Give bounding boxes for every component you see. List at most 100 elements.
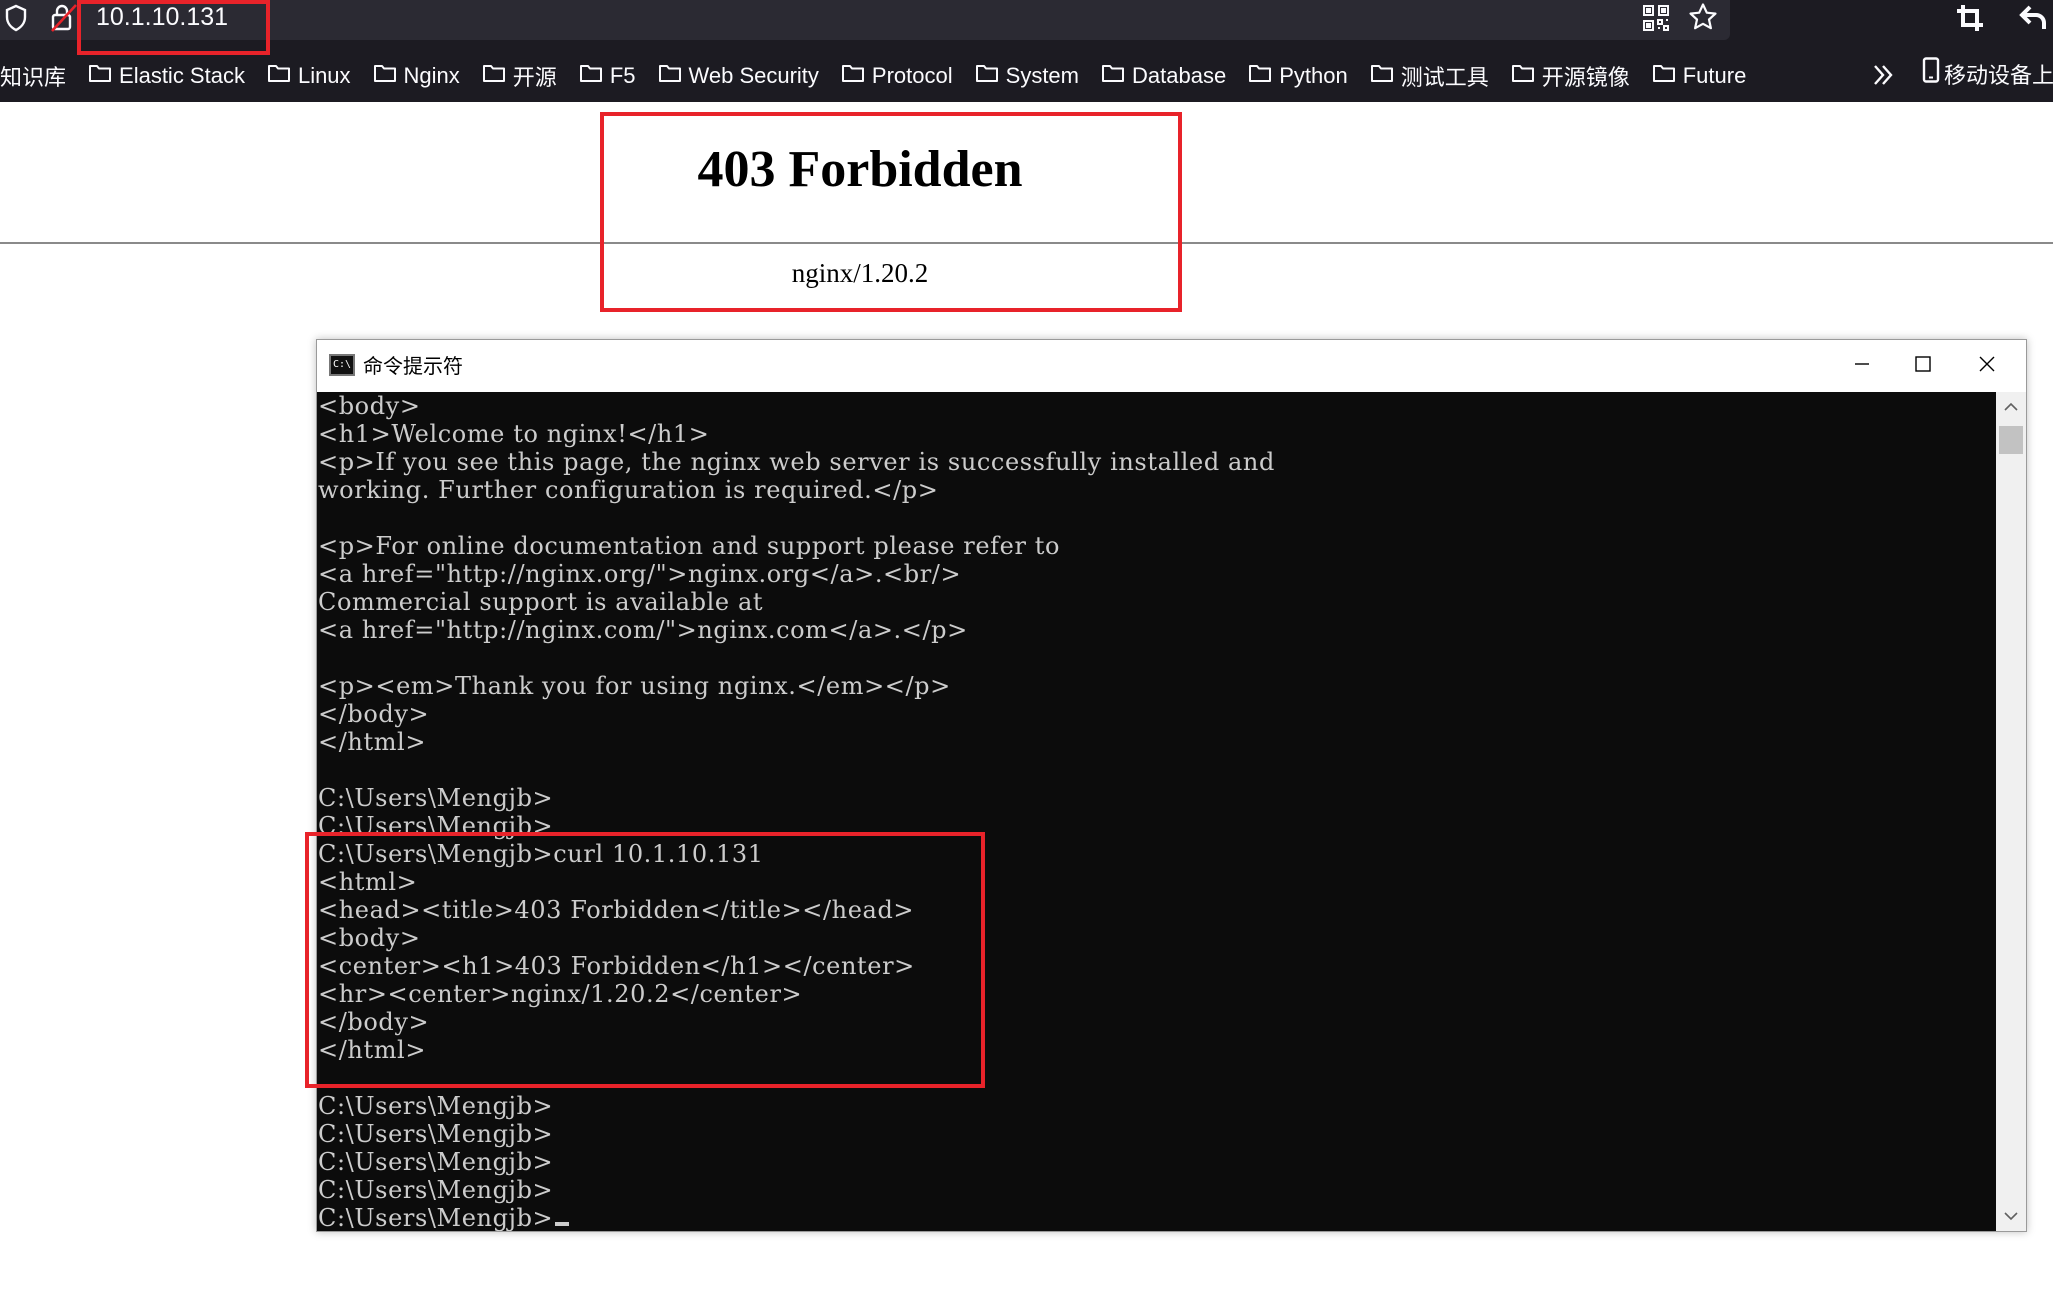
- bookmark-item[interactable]: 开源: [482, 56, 557, 96]
- scroll-down-icon[interactable]: [1996, 1201, 2026, 1231]
- bookmark-item[interactable]: Web Security: [658, 56, 819, 96]
- bookmark-label: Nginx: [403, 63, 460, 88]
- console-line-text: <h1>Welcome to nginx!</h1>: [318, 420, 710, 448]
- console-line-text: C:\Users\Mengjb>: [318, 1176, 554, 1204]
- bookmark-label: Future: [1682, 63, 1747, 88]
- console-line-text: Commercial support is available at: [318, 588, 764, 616]
- console-line-text: <p><em>Thank you for using nginx.</em></…: [318, 672, 951, 700]
- folder-icon: [1101, 63, 1125, 89]
- bookmark-label: 开源镜像: [1541, 65, 1630, 90]
- console-line: C:\Users\Mengjb>: [318, 1176, 1275, 1204]
- browser-toolbar: 10.1.10.131 知识库 Elastic Stack Linux Nginx 开源…: [0, 0, 2053, 102]
- console-line-text: C:\Users\Mengjb>: [318, 1120, 554, 1148]
- console-line-text: working. Further configuration is requir…: [318, 476, 939, 504]
- console-line: <p>If you see this page, the nginx web s…: [318, 448, 1275, 476]
- crop-icon[interactable]: [1955, 3, 1985, 33]
- bookmark-item[interactable]: 知识库: [0, 56, 66, 96]
- folder-icon: [841, 63, 865, 89]
- bookmark-label: Python: [1279, 63, 1348, 88]
- mobile-bookmarks-label: 移动设备上: [1944, 63, 2053, 88]
- scroll-up-icon[interactable]: [1996, 392, 2026, 422]
- lock-warning-icon[interactable]: [50, 3, 78, 33]
- console-line-text: <body>: [318, 392, 421, 420]
- console-line: C:\Users\Mengjb>: [318, 1120, 1275, 1148]
- bookmark-item[interactable]: Python: [1248, 56, 1348, 96]
- folder-icon: [373, 63, 397, 89]
- console-line: C:\Users\Mengjb>: [318, 784, 1275, 812]
- console-line: <a href="http://nginx.com/">nginx.com</a…: [318, 616, 1275, 644]
- chevrons-right-icon[interactable]: [1870, 62, 1896, 92]
- bookmark-item[interactable]: Elastic Stack: [88, 56, 245, 96]
- close-icon: [1978, 355, 1996, 377]
- console-line: </body>: [318, 700, 1275, 728]
- console-line: Commercial support is available at: [318, 588, 1275, 616]
- console-line-text: </body>: [318, 700, 430, 728]
- folder-icon: [579, 63, 603, 89]
- bookmark-label: Linux: [297, 63, 351, 88]
- console-line: <a href="http://nginx.org/">nginx.org</a…: [318, 560, 1275, 588]
- shield-icon[interactable]: [4, 4, 28, 32]
- back-icon[interactable]: [2018, 3, 2048, 33]
- console-line: <h1>Welcome to nginx!</h1>: [318, 420, 1275, 448]
- bookmark-item[interactable]: Database: [1101, 56, 1226, 96]
- folder-icon: [1248, 63, 1272, 89]
- folder-icon: [1370, 63, 1394, 89]
- console-line: C:\Users\Mengjb>: [318, 1204, 1275, 1231]
- bookmark-item[interactable]: 测试工具: [1370, 56, 1489, 96]
- qr-code-icon[interactable]: [1642, 4, 1670, 32]
- annotation-box-page: [600, 112, 1182, 312]
- console-line-text: <a href="http://nginx.com/">nginx.com</a…: [318, 616, 968, 644]
- cmd-title: 命令提示符: [363, 354, 463, 378]
- console-line: <body>: [318, 392, 1275, 420]
- mobile-bookmarks[interactable]: 移动设备上: [1922, 56, 2053, 96]
- maximize-icon: [1914, 355, 1932, 377]
- folder-icon: [88, 63, 112, 89]
- console-line-text: C:\Users\Mengjb>: [318, 1204, 554, 1231]
- console-line: <p><em>Thank you for using nginx.</em></…: [318, 672, 1275, 700]
- cmd-icon: C:\: [329, 354, 355, 376]
- bookmarks-bar: 知识库 Elastic Stack Linux Nginx 开源 F5 Web Securi…: [0, 56, 2053, 96]
- close-button[interactable]: [1947, 340, 2027, 392]
- annotation-box-curl: [305, 832, 985, 1088]
- bookmark-label: System: [1005, 63, 1079, 88]
- bookmark-label: Database: [1132, 63, 1227, 88]
- bookmark-label: Protocol: [871, 63, 953, 88]
- cmd-titlebar[interactable]: C:\ 命令提示符: [317, 340, 2026, 392]
- bookmark-label: 开源: [512, 65, 557, 90]
- cmd-window[interactable]: C:\ 命令提示符 <body> <h1>Welcome to nginx!</h…: [316, 339, 2027, 1232]
- console-output: <body> <h1>Welcome to nginx!</h1> <p>If yo…: [318, 392, 1275, 1231]
- bookmark-label: 知识库: [0, 65, 67, 90]
- console-line: working. Further configuration is requir…: [318, 476, 1275, 504]
- phone-icon: [1922, 56, 1940, 96]
- console-line: <p>For online documentation and support …: [318, 532, 1275, 560]
- folder-icon: [1511, 63, 1535, 89]
- bookmark-item[interactable]: Nginx: [373, 56, 460, 96]
- scroll-thumb[interactable]: [1999, 426, 2023, 454]
- folder-icon: [267, 63, 291, 89]
- bookmark-item[interactable]: F5: [579, 56, 636, 96]
- console-line-text: </html>: [318, 728, 427, 756]
- console-line: </html>: [318, 728, 1275, 756]
- folder-icon: [1652, 63, 1676, 89]
- annotation-box-url: [77, 0, 270, 55]
- console-line: C:\Users\Mengjb>: [318, 1148, 1275, 1176]
- bookmark-item[interactable]: 开源镜像: [1511, 56, 1630, 96]
- folder-icon: [658, 63, 682, 89]
- console-line-text: <a href="http://nginx.org/">nginx.org</a…: [318, 560, 962, 588]
- bookmark-item[interactable]: Future: [1652, 56, 1747, 96]
- folder-icon: [482, 63, 506, 89]
- bookmark-item[interactable]: Protocol: [841, 56, 953, 96]
- console-line-text: <p>For online documentation and support …: [318, 532, 1061, 560]
- console-line-text: C:\Users\Mengjb>: [318, 784, 554, 812]
- bookmark-item[interactable]: System: [975, 56, 1079, 96]
- scrollbar[interactable]: [1996, 392, 2026, 1231]
- bookmark-label: Elastic Stack: [119, 63, 245, 88]
- console-line: C:\Users\Mengjb>: [318, 1092, 1275, 1120]
- console-line-text: C:\Users\Mengjb>: [318, 1092, 554, 1120]
- bookmark-label: 测试工具: [1400, 65, 1489, 90]
- cmd-console[interactable]: <body> <h1>Welcome to nginx!</h1> <p>If yo…: [317, 392, 1996, 1231]
- star-icon[interactable]: [1688, 2, 1718, 32]
- bookmark-item[interactable]: Linux: [267, 56, 351, 96]
